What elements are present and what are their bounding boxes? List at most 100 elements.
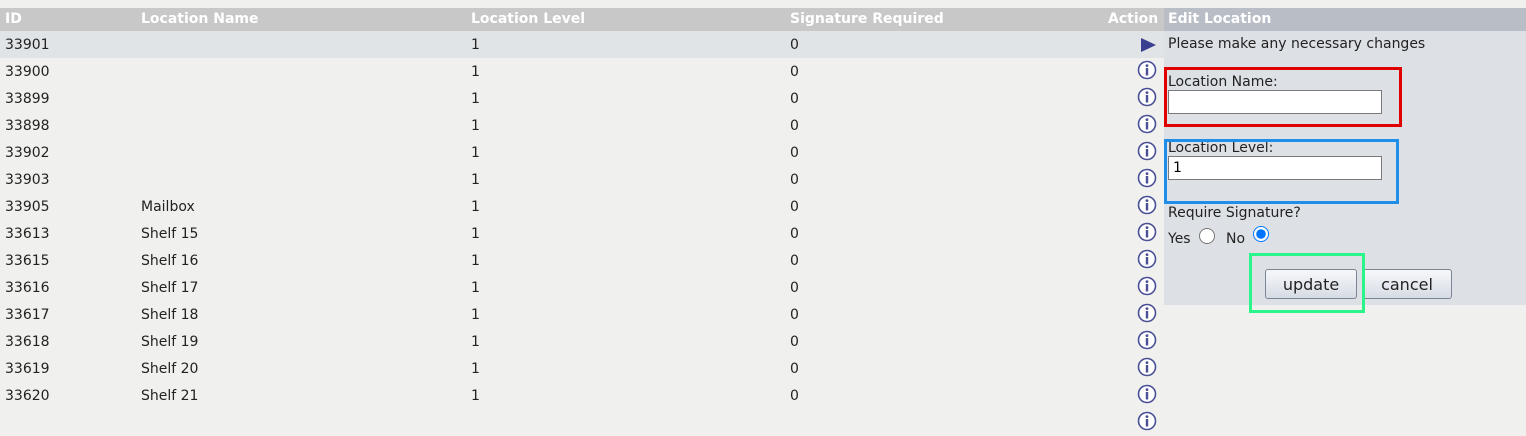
row-location-level: 1 <box>471 91 480 107</box>
info-icon <box>1137 303 1157 327</box>
update-button[interactable]: update <box>1265 269 1357 299</box>
table-row[interactable]: 33618 Shelf 19 1 0 <box>0 328 1164 355</box>
row-info-button[interactable] <box>1137 357 1159 379</box>
table-row[interactable]: 33619 Shelf 20 1 0 <box>0 355 1164 382</box>
table-row[interactable]: 33613 Shelf 15 1 0 <box>0 220 1164 247</box>
location-name-input[interactable] <box>1168 90 1382 114</box>
row-location-name: Shelf 18 <box>141 307 199 323</box>
row-info-button[interactable] <box>1137 168 1159 190</box>
row-location-level: 1 <box>471 253 480 269</box>
yes-label: Yes <box>1168 231 1191 247</box>
row-signature-required: 0 <box>790 253 799 269</box>
table-row[interactable]: 33905 Mailbox 1 0 <box>0 193 1164 220</box>
panel-title: Edit Location <box>1168 11 1272 27</box>
row-signature-required: 0 <box>790 64 799 80</box>
table-row[interactable]: 33903 1 0 <box>0 166 1164 193</box>
row-signature-required: 0 <box>790 199 799 215</box>
row-info-button[interactable] <box>1137 87 1159 109</box>
header-location-level[interactable]: Location Level <box>471 11 585 27</box>
arrow-right-icon <box>1141 38 1156 52</box>
info-icon <box>1137 384 1157 408</box>
table-row[interactable]: 33616 Shelf 17 1 0 <box>0 274 1164 301</box>
row-signature-required: 0 <box>790 172 799 188</box>
row-id: 33900 <box>5 64 50 80</box>
info-icon <box>1137 195 1157 219</box>
row-signature-required: 0 <box>790 91 799 107</box>
cancel-button[interactable]: cancel <box>1362 269 1452 299</box>
info-icon <box>1137 168 1157 192</box>
location-level-label: Location Level: <box>1168 140 1274 156</box>
row-info-button[interactable] <box>1137 141 1159 163</box>
row-info-button[interactable] <box>1137 303 1159 325</box>
row-id: 33905 <box>5 199 50 215</box>
table-row[interactable]: 33900 1 0 <box>0 58 1164 85</box>
row-id: 33619 <box>5 361 50 377</box>
row-location-level: 1 <box>471 199 480 215</box>
table-header: ID Location Name Location Level Signatur… <box>0 8 1164 31</box>
info-icon <box>1137 114 1157 138</box>
row-id: 33615 <box>5 253 50 269</box>
row-id: 33617 <box>5 307 50 323</box>
table-row[interactable] <box>0 409 1164 436</box>
row-location-level: 1 <box>471 172 480 188</box>
location-level-input[interactable] <box>1168 156 1382 180</box>
signature-no-radio[interactable] <box>1253 226 1269 242</box>
info-icon <box>1137 357 1157 381</box>
row-signature-required: 0 <box>790 307 799 323</box>
panel-title-bar: Edit Location <box>1164 8 1526 31</box>
row-id: 33613 <box>5 226 50 242</box>
row-location-level: 1 <box>471 334 480 350</box>
row-location-level: 1 <box>471 226 480 242</box>
no-label: No <box>1226 231 1246 247</box>
row-location-level: 1 <box>471 280 480 296</box>
row-signature-required: 0 <box>790 226 799 242</box>
row-signature-required: 0 <box>790 145 799 161</box>
row-info-button[interactable] <box>1137 114 1159 136</box>
table-row[interactable]: 33615 Shelf 16 1 0 <box>0 247 1164 274</box>
info-icon <box>1137 222 1157 246</box>
row-id: 33618 <box>5 334 50 350</box>
row-id: 33902 <box>5 145 50 161</box>
row-id: 33616 <box>5 280 50 296</box>
header-location-name[interactable]: Location Name <box>141 11 258 27</box>
info-icon <box>1137 249 1157 273</box>
row-location-name: Shelf 20 <box>141 361 199 377</box>
row-info-button[interactable] <box>1137 276 1159 298</box>
edit-location-panel: Edit Location Please make any necessary … <box>1164 8 1526 305</box>
row-location-name: Shelf 16 <box>141 253 199 269</box>
row-location-level: 1 <box>471 37 480 53</box>
info-icon <box>1137 141 1157 165</box>
signature-yes-radio[interactable] <box>1199 228 1215 244</box>
table-row[interactable]: 33620 Shelf 21 1 0 <box>0 382 1164 409</box>
row-info-button[interactable] <box>1137 384 1159 406</box>
location-name-label: Location Name: <box>1168 74 1278 90</box>
row-location-level: 1 <box>471 388 480 404</box>
table-row[interactable]: 33617 Shelf 18 1 0 <box>0 301 1164 328</box>
row-info-button[interactable] <box>1137 411 1159 433</box>
row-info-button[interactable] <box>1137 195 1159 217</box>
row-id: 33620 <box>5 388 50 404</box>
row-signature-required: 0 <box>790 361 799 377</box>
row-info-button[interactable] <box>1137 222 1159 244</box>
row-signature-required: 0 <box>790 334 799 350</box>
row-id: 33898 <box>5 118 50 134</box>
table-row[interactable]: 33901 1 0 <box>0 31 1164 58</box>
header-id[interactable]: ID <box>5 11 22 27</box>
row-info-button[interactable] <box>1137 60 1159 82</box>
table-row[interactable]: 33899 1 0 <box>0 85 1164 112</box>
row-info-button[interactable] <box>1137 249 1159 271</box>
info-icon <box>1137 411 1157 435</box>
instructions-text: Please make any necessary changes <box>1168 36 1426 52</box>
row-id: 33903 <box>5 172 50 188</box>
require-signature-label: Require Signature? <box>1168 205 1301 221</box>
row-info-button[interactable] <box>1137 330 1159 352</box>
info-icon <box>1137 60 1157 84</box>
row-location-name: Shelf 19 <box>141 334 199 350</box>
table-row[interactable]: 33898 1 0 <box>0 112 1164 139</box>
row-current-indicator[interactable] <box>1137 33 1159 55</box>
table-row[interactable]: 33902 1 0 <box>0 139 1164 166</box>
row-location-name: Shelf 21 <box>141 388 199 404</box>
row-location-level: 1 <box>471 307 480 323</box>
header-signature-required[interactable]: Signature Required <box>790 11 944 27</box>
row-location-level: 1 <box>471 64 480 80</box>
